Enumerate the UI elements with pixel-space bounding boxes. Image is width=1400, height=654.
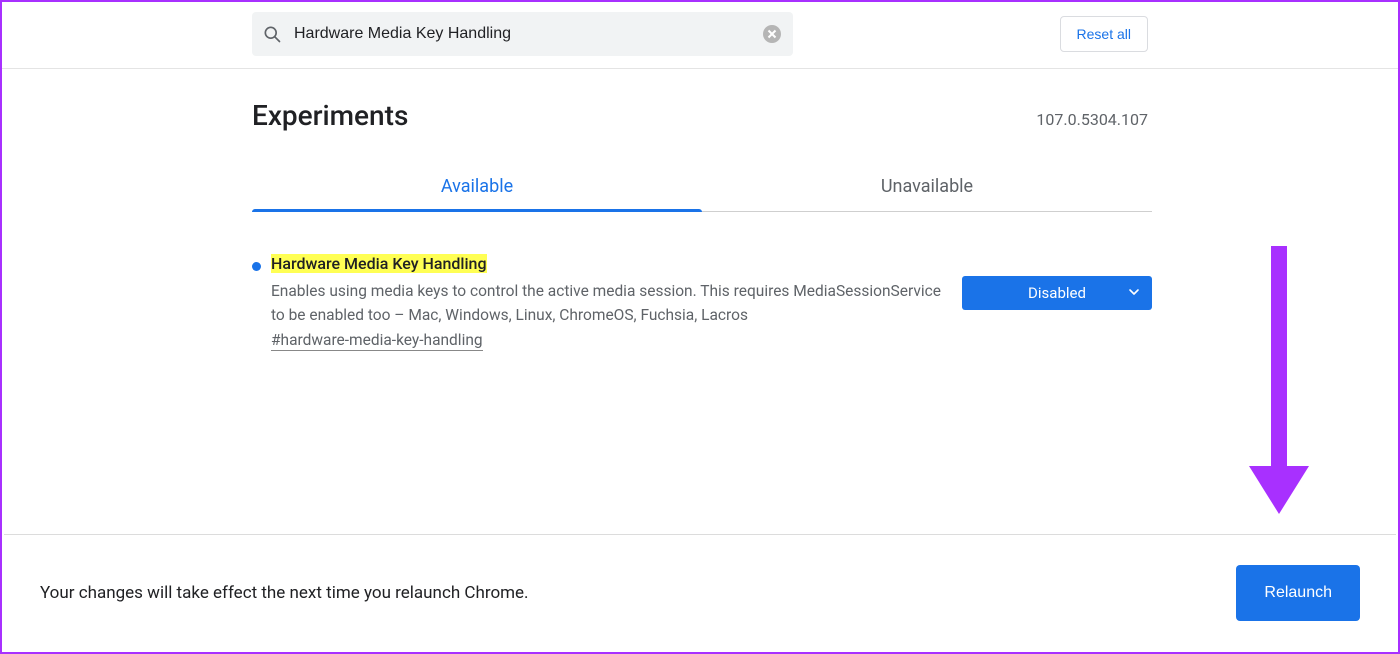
flag-state-value: Disabled xyxy=(1028,284,1086,302)
tabs: Available Unavailable xyxy=(252,164,1152,212)
flag-hash-link[interactable]: #hardware-media-key-handling xyxy=(271,331,483,351)
footer-message: Your changes will take effect the next t… xyxy=(40,583,529,603)
chevron-down-icon xyxy=(1128,284,1140,302)
annotation-arrow-icon xyxy=(1244,246,1314,546)
clear-search-icon[interactable] xyxy=(757,19,787,49)
flag-description: Enables using media keys to control the … xyxy=(271,279,951,327)
page-title: Experiments xyxy=(252,87,408,142)
tab-unavailable[interactable]: Unavailable xyxy=(702,164,1152,211)
content: Experiments 107.0.5304.107 Available Una… xyxy=(252,69,1152,351)
flag-body: Hardware Media Key Handling Enables usin… xyxy=(271,254,952,351)
reset-all-button[interactable]: Reset all xyxy=(1060,16,1148,52)
flag-state-select[interactable]: Disabled xyxy=(962,276,1152,310)
flag-row: Hardware Media Key Handling Enables usin… xyxy=(252,212,1152,351)
search-input[interactable] xyxy=(292,12,757,56)
footer-bar: Your changes will take effect the next t… xyxy=(4,534,1396,650)
search-icon xyxy=(252,24,292,44)
tab-available[interactable]: Available xyxy=(252,164,702,211)
relaunch-button[interactable]: Relaunch xyxy=(1236,565,1360,621)
modified-dot-icon xyxy=(252,262,261,271)
version-text: 107.0.5304.107 xyxy=(1036,110,1152,129)
flag-title: Hardware Media Key Handling xyxy=(271,254,487,273)
title-row: Experiments 107.0.5304.107 xyxy=(252,87,1152,142)
top-bar: Reset all xyxy=(2,2,1398,69)
search-box[interactable] xyxy=(252,12,793,56)
